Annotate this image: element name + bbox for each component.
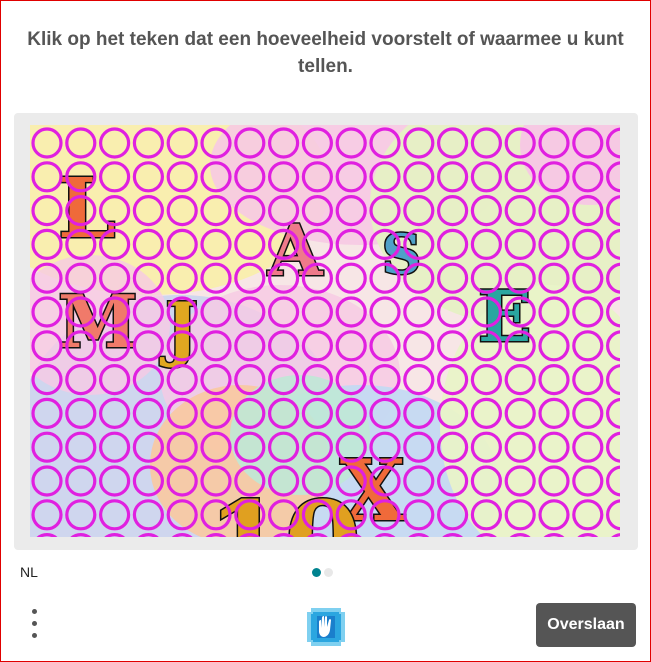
challenge-prompt: Klik op het teken dat een hoeveelheid vo… [27, 29, 624, 77]
dot [32, 633, 37, 638]
skip-button[interactable]: Overslaan [536, 603, 636, 647]
hand-shield-logo [307, 608, 345, 646]
dot [32, 621, 37, 626]
pager-dot [324, 568, 333, 577]
pager-dot-active [312, 568, 321, 577]
vertical-dots-icon[interactable] [24, 605, 46, 645]
challenge-image[interactable]: L A S M J E X 10 [30, 125, 620, 537]
language-label[interactable]: NL [20, 564, 38, 580]
dot [32, 609, 37, 614]
